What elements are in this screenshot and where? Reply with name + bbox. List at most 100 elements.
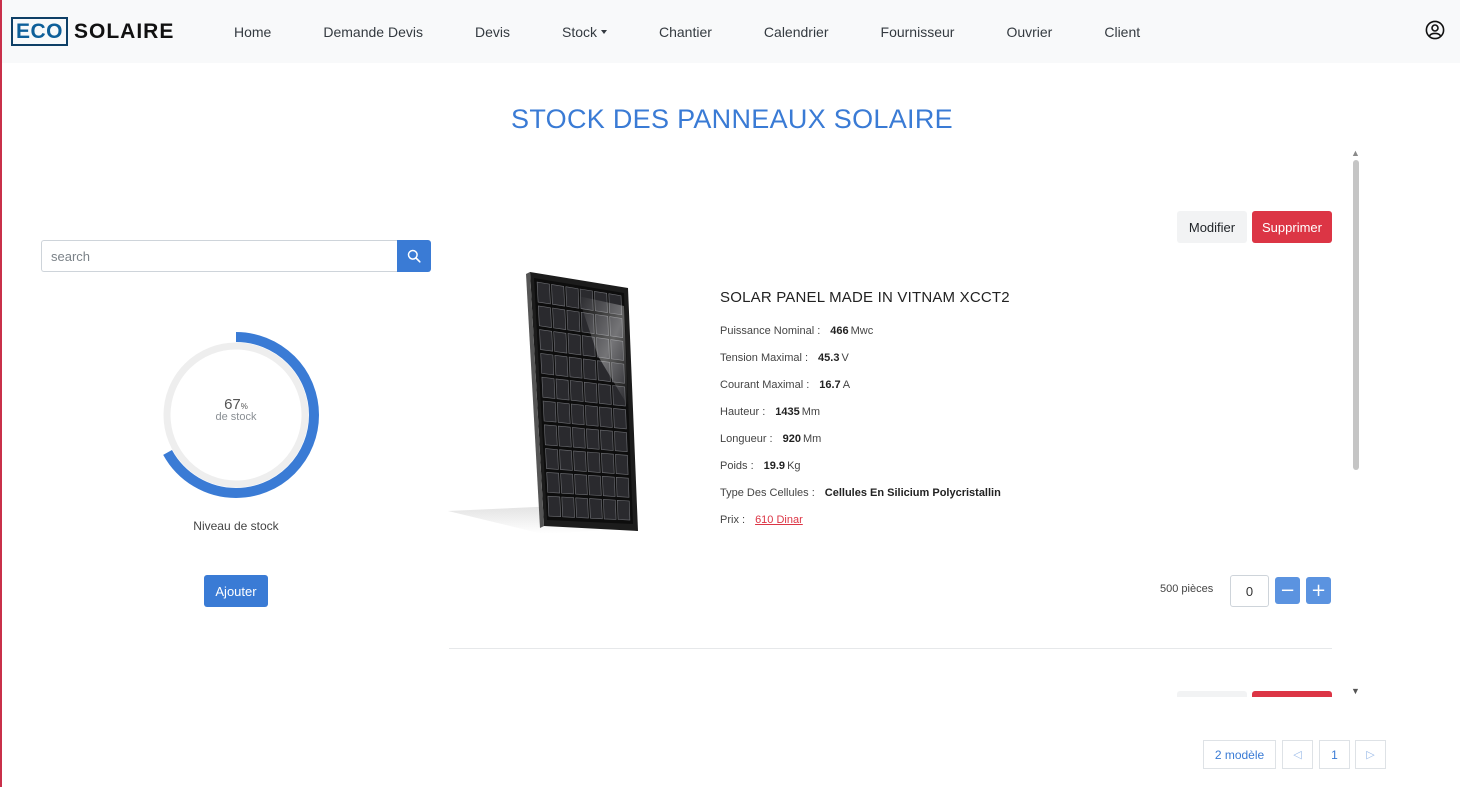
pagination-next[interactable]: ▷: [1355, 740, 1386, 769]
panel-cell: [565, 286, 580, 309]
brand-eco: ECO: [11, 17, 69, 46]
edit-button[interactable]: Modifier: [1177, 211, 1247, 243]
panel-cell: [602, 475, 616, 497]
nav-stock-dropdown[interactable]: Stock: [536, 24, 633, 40]
panel-cell: [537, 305, 552, 328]
panel-cell: [616, 499, 631, 521]
gauge-label: Niveau de stock: [193, 519, 279, 533]
panel-cell: [561, 496, 575, 518]
panel-cell: [542, 400, 557, 423]
spec-label: Type Des Cellules :: [720, 487, 815, 499]
spec-unit: Mm: [802, 433, 822, 445]
decrement-button[interactable]: −: [1275, 577, 1300, 604]
scroll-down-arrow[interactable]: ▼: [1351, 686, 1360, 696]
panel-cell: [615, 476, 630, 498]
panel-cell: [586, 428, 600, 450]
spec-value: 16.7: [819, 379, 841, 391]
spec-value: 920: [782, 433, 801, 445]
spec-value: 45.3: [818, 352, 840, 364]
spec-prix: Prix : 610 Dinar: [720, 514, 803, 526]
brand-logo[interactable]: ECO SOLAIRE: [11, 17, 174, 46]
price-link[interactable]: 610 Dinar: [755, 514, 803, 526]
panel-cell: [613, 408, 627, 430]
spec-value: Cellules En Silicium Polycristallin: [824, 487, 1001, 499]
spec-courant: Courant Maximal : 16.7 A: [720, 379, 850, 391]
panel-cell: [615, 454, 629, 475]
pagination-page-1[interactable]: 1: [1319, 740, 1350, 769]
delete-button[interactable]: Supprimer: [1252, 211, 1332, 243]
nav-chantier[interactable]: Chantier: [633, 24, 738, 40]
panel-cell: [583, 381, 598, 404]
panel-cell: [599, 406, 613, 428]
next-edit-button-partial[interactable]: [1177, 691, 1247, 697]
panel-cell: [547, 495, 562, 518]
panel-cell: [600, 429, 614, 451]
search-input[interactable]: [41, 240, 397, 272]
panel-cell: [573, 450, 587, 472]
panel-cell: [584, 405, 599, 427]
spec-label: Courant Maximal :: [720, 379, 810, 391]
spec-unit: V: [841, 352, 849, 364]
panel-cell: [539, 329, 554, 352]
nav-calendrier[interactable]: Calendrier: [738, 24, 855, 40]
panel-cell: [575, 497, 589, 519]
scrollbar-thumb[interactable]: [1353, 160, 1359, 470]
nav-stock-label: Stock: [561, 23, 597, 40]
gauge-sub: de stock: [215, 411, 257, 423]
panel-cell: [554, 354, 569, 377]
nav-client[interactable]: Client: [1078, 24, 1166, 40]
panel-cell: [598, 383, 612, 405]
search-button[interactable]: [397, 240, 431, 272]
spec-label: Hauteur :: [720, 406, 766, 418]
panel-cell: [566, 309, 581, 332]
panel-cell: [552, 307, 567, 330]
panel-cell: [553, 331, 568, 354]
spec-type-cellules: Type Des Cellules : Cellules En Silicium …: [720, 487, 1003, 499]
nav-ouvrier[interactable]: Ouvrier: [980, 24, 1078, 40]
next-delete-button-partial[interactable]: [1252, 691, 1332, 697]
spec-label: Poids :: [720, 460, 754, 472]
product-divider: [449, 648, 1332, 649]
panel-cell: [536, 281, 551, 305]
nav-demande-devis[interactable]: Demande Devis: [297, 24, 449, 40]
panel-cell: [603, 499, 617, 520]
panel-cell: [601, 452, 615, 474]
user-circle-icon[interactable]: [1425, 20, 1445, 40]
caret-down-icon: [601, 29, 607, 34]
spec-tension: Tension Maximal : 45.3 V: [720, 352, 849, 364]
panel-cell: [589, 498, 603, 520]
panel-cell: [587, 451, 601, 473]
pagination-prev[interactable]: ◁: [1282, 740, 1313, 769]
panel-cell: [568, 356, 583, 379]
panel-cell: [560, 473, 574, 495]
stock-quantity-text: 500 pièces: [1160, 583, 1214, 595]
nav-links: Home Demande Devis Devis Stock Chantier …: [208, 0, 1166, 63]
quantity-input[interactable]: [1230, 575, 1269, 607]
panel-cell: [543, 424, 558, 447]
spec-unit: Mwc: [850, 325, 874, 337]
spec-label: Puissance Nominal :: [720, 325, 821, 337]
panel-cell: [570, 403, 585, 426]
add-button[interactable]: Ajouter: [204, 575, 268, 607]
stock-level-gauge: 67% de stock: [153, 318, 326, 513]
panel-cell: [588, 474, 602, 496]
panel-cell: [574, 473, 588, 496]
nav-fournisseur[interactable]: Fournisseur: [855, 24, 981, 40]
spec-label: Tension Maximal :: [720, 352, 809, 364]
gauge-unit: %: [240, 402, 248, 411]
top-navbar: ECO SOLAIRE Home Demande Devis Devis Sto…: [2, 0, 1460, 63]
spec-value: 466: [830, 325, 849, 337]
spec-unit: A: [842, 379, 851, 391]
nav-home[interactable]: Home: [208, 24, 297, 40]
increment-button[interactable]: +: [1306, 577, 1331, 604]
spec-unit: Mm: [801, 406, 821, 418]
gauge-center: 67% de stock: [156, 396, 316, 423]
brand-solaire: SOLAIRE: [74, 19, 175, 43]
pagination-model-count: 2 modèle: [1203, 740, 1276, 769]
spec-puissance: Puissance Nominal : 466 Mwc: [720, 325, 873, 337]
page-title: STOCK DES PANNEAUX SOLAIRE: [511, 104, 953, 134]
nav-devis[interactable]: Devis: [449, 24, 536, 40]
spec-value: 1435: [775, 406, 800, 418]
panel-cell: [546, 472, 560, 494]
panel-cell: [557, 425, 572, 448]
